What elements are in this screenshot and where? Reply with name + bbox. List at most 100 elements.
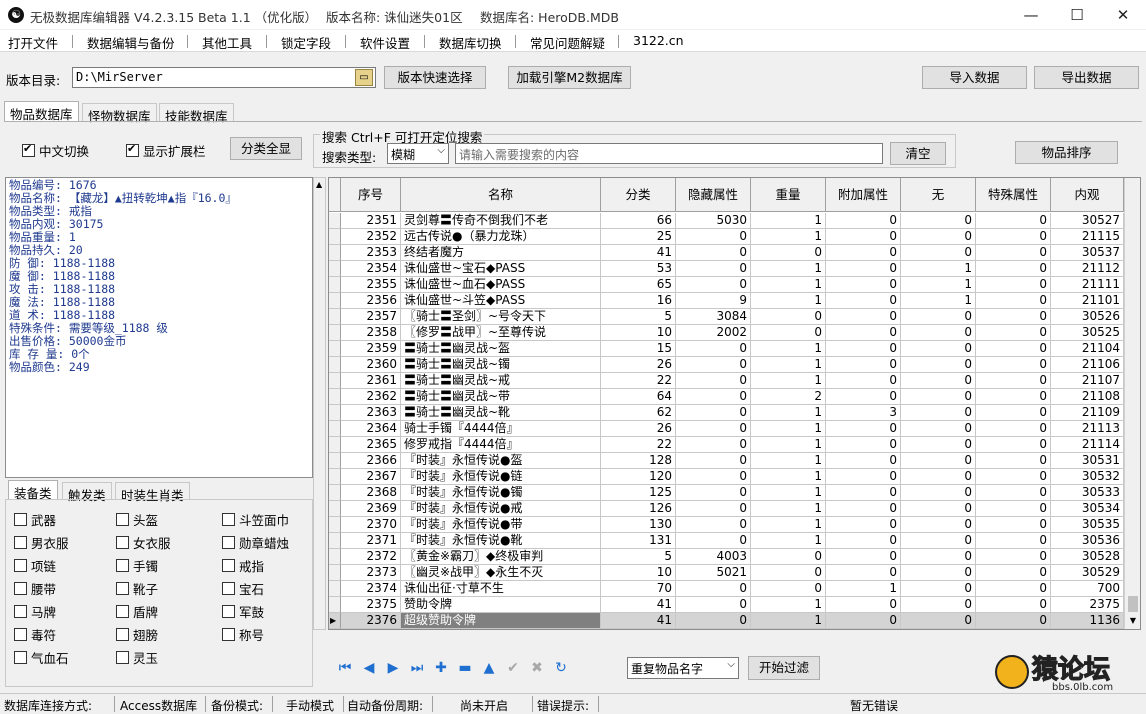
menu-faq[interactable]: 常见问题解疑 <box>530 33 605 52</box>
menu-db-switch[interactable]: 数据库切换 <box>439 33 502 52</box>
table-cell[interactable]: 0 <box>826 325 901 341</box>
table-cell[interactable]: 0 <box>676 229 751 245</box>
table-row[interactable]: 2356 诛仙盛世~斗笠◆PASS 16 9 1 0 1 0 21101 <box>329 293 1124 309</box>
table-cell[interactable]: 0 <box>751 309 826 325</box>
equip-checkbox[interactable]: 气血石 <box>14 648 69 667</box>
table-cell[interactable]: 0 <box>901 581 976 597</box>
table-row[interactable]: 2359 〓骑士〓幽灵战~盔 15 0 1 0 0 0 21104 <box>329 341 1124 357</box>
maximize-icon[interactable]: ☐ <box>1054 0 1100 30</box>
table-cell[interactable]: 30535 <box>1051 517 1124 533</box>
table-cell[interactable]: 0 <box>826 309 901 325</box>
row-indicator[interactable] <box>329 261 341 277</box>
table-cell[interactable]: 1 <box>751 485 826 501</box>
table-cell[interactable]: 0 <box>901 533 976 549</box>
table-row[interactable]: 2374 诛仙出征·寸草不生 70 0 0 1 0 0 700 <box>329 581 1124 597</box>
table-cell[interactable]: 远古传说●（暴力龙珠） <box>401 229 601 245</box>
table-row[interactable]: 2375 赞助令牌 41 0 1 0 0 0 2375 <box>329 597 1124 613</box>
quick-select-button[interactable]: 版本快速选择 <box>384 66 486 89</box>
table-cell[interactable]: 赞助令牌 <box>401 597 601 613</box>
table-cell[interactable]: 0 <box>976 421 1051 437</box>
table-cell[interactable]: 0 <box>976 437 1051 453</box>
table-cell[interactable]: 0 <box>901 613 976 629</box>
menu-open-file[interactable]: 打开文件 <box>8 33 58 52</box>
table-cell[interactable]: 22 <box>601 437 676 453</box>
table-cell[interactable]: 0 <box>976 469 1051 485</box>
table-row[interactable]: 2357 〖骑士〓圣剑〗~号令天下 5 3084 0 0 0 0 30526 <box>329 309 1124 325</box>
table-cell[interactable]: 0 <box>976 277 1051 293</box>
table-row[interactable]: 2354 诛仙盛世~宝石◆PASS 53 0 1 0 1 0 21112 <box>329 261 1124 277</box>
subtab-trigger[interactable]: 触发类 <box>62 482 112 503</box>
subtab-equip[interactable]: 装备类 <box>8 480 58 501</box>
table-cell[interactable]: 10 <box>601 565 676 581</box>
equip-checkbox[interactable]: 马牌 <box>14 602 56 621</box>
table-cell[interactable]: 〓骑士〓幽灵战~靴 <box>401 405 601 421</box>
table-cell[interactable]: 0 <box>976 213 1051 229</box>
row-indicator[interactable] <box>329 485 341 501</box>
table-cell[interactable]: 120 <box>601 469 676 485</box>
table-cell[interactable]: 0 <box>676 613 751 629</box>
table-cell[interactable]: 〓骑士〓幽灵战~带 <box>401 389 601 405</box>
table-cell[interactable]: 0 <box>751 325 826 341</box>
table-cell[interactable]: 0 <box>826 277 901 293</box>
table-cell[interactable]: 30527 <box>1051 213 1124 229</box>
table-cell[interactable]: 2375 <box>341 597 401 613</box>
table-cell[interactable]: 4003 <box>676 549 751 565</box>
table-cell[interactable]: 30528 <box>1051 549 1124 565</box>
table-cell[interactable]: 『时装』永恒传说●盔 <box>401 453 601 469</box>
table-cell[interactable]: 0 <box>826 341 901 357</box>
table-row[interactable]: 2373 〖幽灵※战甲〗◆永生不灭 10 5021 0 0 0 0 30529 <box>329 565 1124 581</box>
table-cell[interactable]: 0 <box>676 357 751 373</box>
table-cell[interactable]: 126 <box>601 501 676 517</box>
table-row[interactable]: 2369 『时装』永恒传说●戒 126 0 1 0 0 0 30534 <box>329 501 1124 517</box>
table-cell[interactable]: 2353 <box>341 245 401 261</box>
table-cell[interactable]: 0 <box>901 229 976 245</box>
table-row[interactable]: 2368 『时装』永恒传说●镯 125 0 1 0 0 0 30533 <box>329 485 1124 501</box>
equip-checkbox[interactable]: 腰带 <box>14 579 56 598</box>
table-cell[interactable]: 0 <box>976 581 1051 597</box>
column-header[interactable]: 名称 <box>401 178 601 212</box>
table-cell[interactable]: 0 <box>976 389 1051 405</box>
table-cell[interactable]: 〖幽灵※战甲〗◆永生不灭 <box>401 565 601 581</box>
table-cell[interactable]: 2357 <box>341 309 401 325</box>
table-cell[interactable]: 30532 <box>1051 469 1124 485</box>
table-cell[interactable]: 15 <box>601 341 676 357</box>
row-indicator[interactable] <box>329 213 341 229</box>
equip-checkbox[interactable]: 武器 <box>14 510 56 529</box>
table-cell[interactable]: 1 <box>751 453 826 469</box>
table-cell[interactable]: 0 <box>901 549 976 565</box>
tab-monsters[interactable]: 怪物数据库 <box>82 103 157 124</box>
table-cell[interactable]: 2002 <box>676 325 751 341</box>
equip-checkbox[interactable]: 靴子 <box>116 579 158 598</box>
menu-lock-fields[interactable]: 锁定字段 <box>281 33 331 52</box>
table-row[interactable]: 2362 〓骑士〓幽灵战~带 64 0 2 0 0 0 21108 <box>329 389 1124 405</box>
row-indicator[interactable] <box>329 229 341 245</box>
table-row[interactable]: 2358 〖修罗〓战甲〗~至尊传说 10 2002 0 0 0 0 30525 <box>329 325 1124 341</box>
table-cell[interactable]: 0 <box>976 533 1051 549</box>
table-cell[interactable]: 0 <box>826 469 901 485</box>
table-cell[interactable]: 0 <box>826 213 901 229</box>
table-cell[interactable]: 2365 <box>341 437 401 453</box>
item-grid[interactable]: 序号 名称 分类 隐藏属性 重量 附加属性无特殊属性 内观 2351 灵剑尊〓传奇不倒我们不老… <box>328 177 1141 630</box>
table-cell[interactable]: 0 <box>976 373 1051 389</box>
table-cell[interactable]: 0 <box>751 581 826 597</box>
table-cell[interactable]: 0 <box>901 245 976 261</box>
table-cell[interactable]: 灵剑尊〓传奇不倒我们不老 <box>401 213 601 229</box>
table-cell[interactable]: 2373 <box>341 565 401 581</box>
table-cell[interactable]: 2361 <box>341 373 401 389</box>
table-cell[interactable]: 0 <box>676 597 751 613</box>
table-cell[interactable]: 0 <box>976 613 1051 629</box>
up-icon[interactable]: ▲ <box>480 659 498 677</box>
table-cell[interactable]: 0 <box>826 437 901 453</box>
search-input[interactable]: 请输入需要搜索的内容 <box>455 143 883 164</box>
table-row[interactable]: 2355 诛仙盛世~血石◆PASS 65 0 1 0 1 0 21111 <box>329 277 1124 293</box>
table-cell[interactable]: 21112 <box>1051 261 1124 277</box>
table-cell[interactable]: 5 <box>601 549 676 565</box>
table-cell[interactable]: 0 <box>976 261 1051 277</box>
table-cell[interactable]: 0 <box>976 485 1051 501</box>
table-cell[interactable]: 1 <box>751 533 826 549</box>
folder-icon[interactable]: ▭ <box>355 69 373 86</box>
table-cell[interactable]: 0 <box>676 485 751 501</box>
confirm-icon[interactable]: ✔ <box>504 659 522 677</box>
table-cell[interactable]: 0 <box>976 517 1051 533</box>
equip-checkbox[interactable]: 女衣服 <box>116 533 171 552</box>
